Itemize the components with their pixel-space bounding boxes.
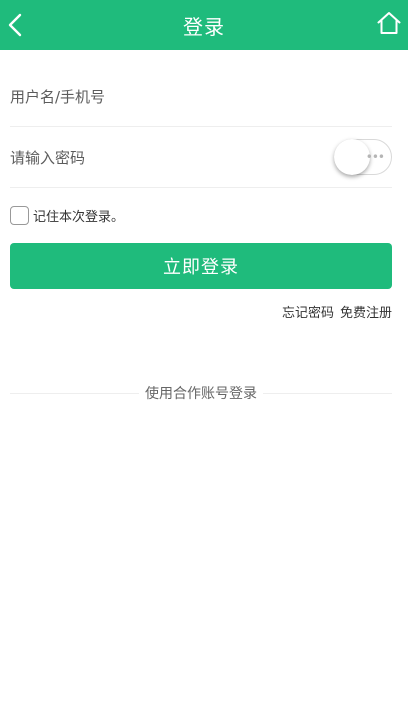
ellipsis-icon: •••: [365, 150, 385, 164]
home-button[interactable]: [376, 10, 402, 36]
back-button[interactable]: [4, 9, 26, 41]
app-header: 登录: [0, 0, 408, 50]
username-input[interactable]: [10, 87, 310, 106]
login-button[interactable]: 立即登录: [10, 243, 392, 289]
account-links: 忘记密码 免费注册: [282, 302, 392, 321]
forgot-password-link[interactable]: 忘记密码: [282, 302, 334, 321]
divider-line-left: [10, 392, 139, 394]
register-link[interactable]: 免费注册: [340, 302, 392, 321]
divider-line-right: [263, 392, 392, 394]
page-title: 登录: [183, 14, 225, 39]
toggle-knob: [334, 139, 370, 175]
username-row: [10, 67, 392, 127]
remember-login[interactable]: 记住本次登录。: [10, 205, 124, 225]
partner-login-label: 使用合作账号登录: [145, 386, 257, 402]
remember-checkbox[interactable]: [10, 205, 29, 225]
chevron-left-icon: [8, 13, 22, 37]
partner-login-divider: 使用合作账号登录: [10, 383, 392, 403]
home-icon: [377, 12, 401, 34]
show-password-toggle[interactable]: •••: [334, 139, 392, 175]
remember-label: 记住本次登录。: [33, 209, 125, 225]
password-input[interactable]: [10, 148, 310, 167]
password-row: •••: [10, 128, 392, 188]
